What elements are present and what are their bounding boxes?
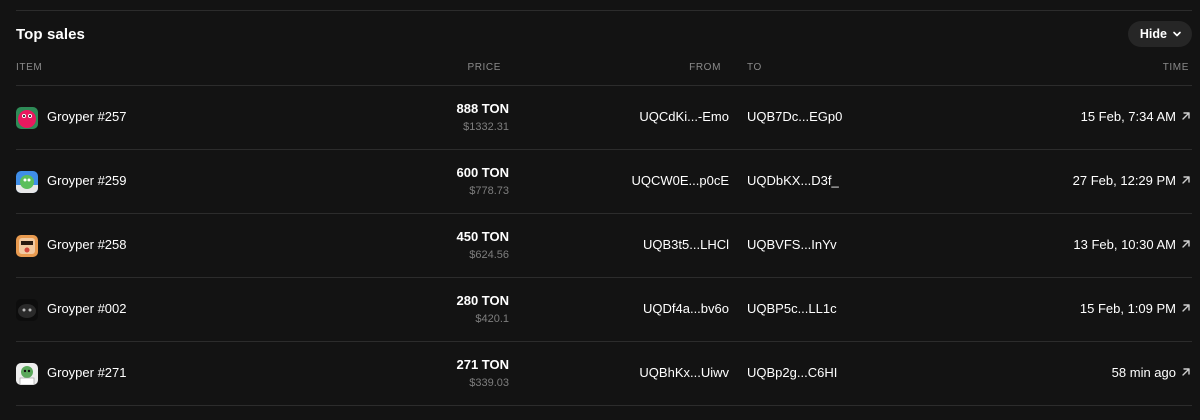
item-name[interactable]: Groyper #002 xyxy=(47,301,127,316)
from-address[interactable]: UQCdKi...-Emo xyxy=(639,109,729,124)
to-address[interactable]: UQBP5c...LL1c xyxy=(747,301,837,316)
sale-time[interactable]: 27 Feb, 12:29 PM xyxy=(1073,173,1176,188)
price-ton: 271 TON xyxy=(456,357,509,372)
table-row[interactable]: Groyper #257 888 TON $1332.31 UQCdKi...-… xyxy=(16,86,1192,150)
arrow-up-right-icon[interactable] xyxy=(1180,302,1192,314)
column-header-from: FROM xyxy=(689,62,721,73)
price-ton: 600 TON xyxy=(456,165,509,180)
hide-button[interactable]: Hide xyxy=(1127,21,1192,47)
section-header: Top sales Hide xyxy=(16,20,1192,48)
item-name[interactable]: Groyper #259 xyxy=(47,173,127,188)
table-row[interactable]: Groyper #002 280 TON $420.1 UQDf4a...bv6… xyxy=(16,278,1192,342)
item-name[interactable]: Groyper #258 xyxy=(47,237,127,252)
column-header-time: TIME xyxy=(1162,62,1189,73)
price-usd: $624.56 xyxy=(469,249,509,261)
price-ton: 450 TON xyxy=(456,229,509,244)
price-usd: $339.03 xyxy=(469,377,509,389)
avatar xyxy=(16,299,38,321)
sale-time[interactable]: 15 Feb, 1:09 PM xyxy=(1080,301,1176,316)
table-row[interactable]: Groyper #259 600 TON $778.73 UQCW0E...p0… xyxy=(16,150,1192,214)
column-header-item: ITEM xyxy=(16,62,43,73)
column-header-price: PRICE xyxy=(467,62,501,73)
sale-time[interactable]: 13 Feb, 10:30 AM xyxy=(1073,237,1176,252)
section-title: Top sales xyxy=(16,25,85,43)
table-row[interactable]: Groyper #271 271 TON $339.03 UQBhKx...Ui… xyxy=(16,342,1192,406)
price-ton: 280 TON xyxy=(456,293,509,308)
chevron-down-icon xyxy=(1173,31,1181,37)
arrow-up-right-icon[interactable] xyxy=(1180,238,1192,250)
sale-time[interactable]: 58 min ago xyxy=(1112,365,1176,380)
avatar xyxy=(16,363,38,385)
table-row[interactable]: Groyper #258 450 TON $624.56 UQB3t5...LH… xyxy=(16,214,1192,278)
arrow-up-right-icon[interactable] xyxy=(1180,366,1192,378)
from-address[interactable]: UQB3t5...LHCl xyxy=(643,237,729,252)
price-ton: 888 TON xyxy=(456,101,509,116)
item-name[interactable]: Groyper #257 xyxy=(47,109,127,124)
price-usd: $778.73 xyxy=(469,185,509,197)
to-address[interactable]: UQB7Dc...EGp0 xyxy=(747,109,842,124)
avatar xyxy=(16,235,38,257)
arrow-up-right-icon[interactable] xyxy=(1180,110,1192,122)
to-address[interactable]: UQBp2g...C6HI xyxy=(747,365,837,380)
arrow-up-right-icon[interactable] xyxy=(1180,174,1192,186)
top-sales-panel: Top sales Hide ITEM PRICE FROM TO TIME G… xyxy=(0,0,1200,420)
from-address[interactable]: UQCW0E...p0cE xyxy=(631,173,729,188)
avatar xyxy=(16,171,38,193)
from-address[interactable]: UQBhKx...Uiwv xyxy=(639,365,729,380)
price-usd: $420.1 xyxy=(475,313,509,325)
hide-button-label: Hide xyxy=(1139,27,1167,41)
avatar xyxy=(16,107,38,129)
sale-time[interactable]: 15 Feb, 7:34 AM xyxy=(1081,109,1176,124)
to-address[interactable]: UQDbKX...D3f_ xyxy=(747,173,839,188)
item-name[interactable]: Groyper #271 xyxy=(47,365,127,380)
from-address[interactable]: UQDf4a...bv6o xyxy=(643,301,729,316)
column-header-to: TO xyxy=(747,62,762,73)
price-usd: $1332.31 xyxy=(463,121,509,133)
divider xyxy=(16,10,1192,11)
to-address[interactable]: UQBVFS...InYv xyxy=(747,237,837,252)
